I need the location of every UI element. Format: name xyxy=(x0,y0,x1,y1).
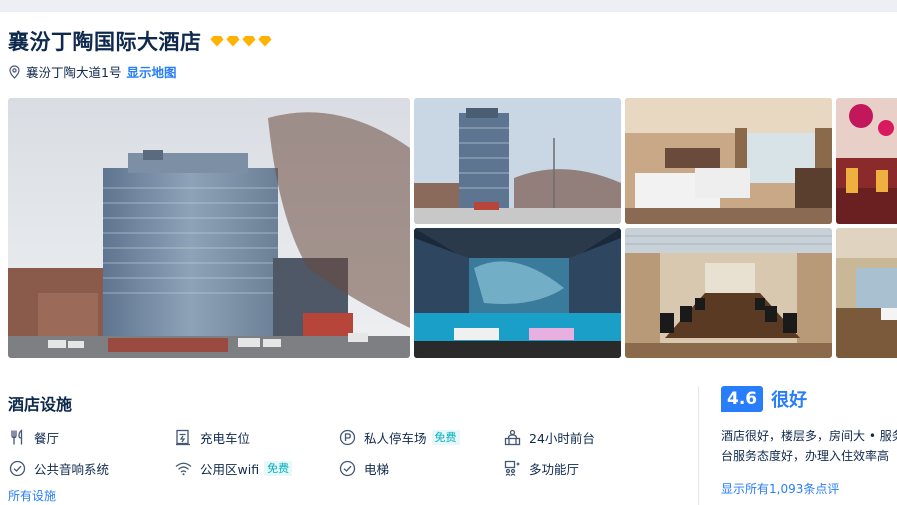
facility-item-wifi: 公用区wifi 免费 xyxy=(174,459,293,478)
photo-hotel-exterior-main[interactable] xyxy=(8,98,410,358)
facility-item-audio-system: 公共音响系统 xyxy=(8,459,109,478)
top-bar xyxy=(0,0,897,12)
wifi-icon xyxy=(174,460,192,478)
diamond-icon xyxy=(210,34,224,48)
photo-meeting-room[interactable] xyxy=(625,228,832,358)
diamond-icon xyxy=(226,34,240,48)
photo-guest-room-twin[interactable] xyxy=(625,98,832,224)
facility-label: 多功能厅 xyxy=(529,462,580,477)
check-circle-icon xyxy=(8,460,26,478)
parking-icon xyxy=(338,429,356,447)
facility-item-parking: 私人停车场 免费 xyxy=(338,428,460,447)
all-reviews-link[interactable]: 显示所有1,093条点评 xyxy=(721,480,897,497)
location-pin-icon xyxy=(8,64,21,79)
ev-charging-icon xyxy=(174,429,192,447)
facility-item-front-desk: 24小时前台 xyxy=(503,428,595,447)
facility-label: 公共音响系统 xyxy=(34,462,110,477)
section-divider xyxy=(698,386,699,505)
review-score-badge: 4.6 xyxy=(721,386,764,412)
diamond-icon xyxy=(258,34,272,48)
check-circle-icon xyxy=(338,460,356,478)
facility-label: 24小时前台 xyxy=(529,431,595,446)
facility-item-multi-function-hall: 多功能厅 xyxy=(503,459,579,478)
facility-label: 私人停车场 xyxy=(364,431,427,446)
photo-banquet-hall[interactable] xyxy=(836,98,897,224)
facility-label: 餐厅 xyxy=(34,431,60,446)
front-desk-icon xyxy=(503,429,521,447)
hotel-address: 襄汾丁陶大道1号 xyxy=(26,65,122,80)
facility-item-ev-charging: 充电车位 xyxy=(174,428,250,447)
address-row: 襄汾丁陶大道1号 显示地图 xyxy=(8,62,176,81)
photo-restaurant-hall[interactable] xyxy=(836,228,897,358)
utensils-icon xyxy=(8,429,26,447)
facility-label: 电梯 xyxy=(364,462,390,477)
hotel-name: 襄汾丁陶国际大酒店 xyxy=(8,30,202,54)
diamond-icon xyxy=(242,34,256,48)
all-facilities-link[interactable]: 所有设施 xyxy=(8,487,56,504)
review-summary: 酒店很好，楼层多，房间大 • 服务台服务态度好，办理入住效率高 xyxy=(721,429,897,463)
photo-hotel-exterior-wide[interactable] xyxy=(414,98,621,224)
free-tag: 免费 xyxy=(264,461,293,476)
score-row: 4.6 很好 xyxy=(721,386,897,412)
multi-function-hall-icon xyxy=(503,460,521,478)
title-row: 襄汾丁陶国际大酒店 xyxy=(8,26,272,56)
facility-label: 充电车位 xyxy=(200,431,251,446)
review-score-label: 很好 xyxy=(771,390,808,411)
facility-label: 公用区wifi xyxy=(200,462,260,477)
free-tag: 免费 xyxy=(431,430,460,445)
review-panel: 4.6 很好 酒店很好，楼层多，房间大 • 服务台服务态度好，办理入住效率高 显… xyxy=(721,386,897,497)
show-map-link[interactable]: 显示地图 xyxy=(126,62,176,81)
facility-item-restaurant: 餐厅 xyxy=(8,428,59,447)
facilities-title: 酒店设施 xyxy=(8,395,73,414)
star-rating xyxy=(210,34,272,48)
photo-ktv-room[interactable] xyxy=(414,228,621,358)
facility-item-elevator: 电梯 xyxy=(338,459,389,478)
